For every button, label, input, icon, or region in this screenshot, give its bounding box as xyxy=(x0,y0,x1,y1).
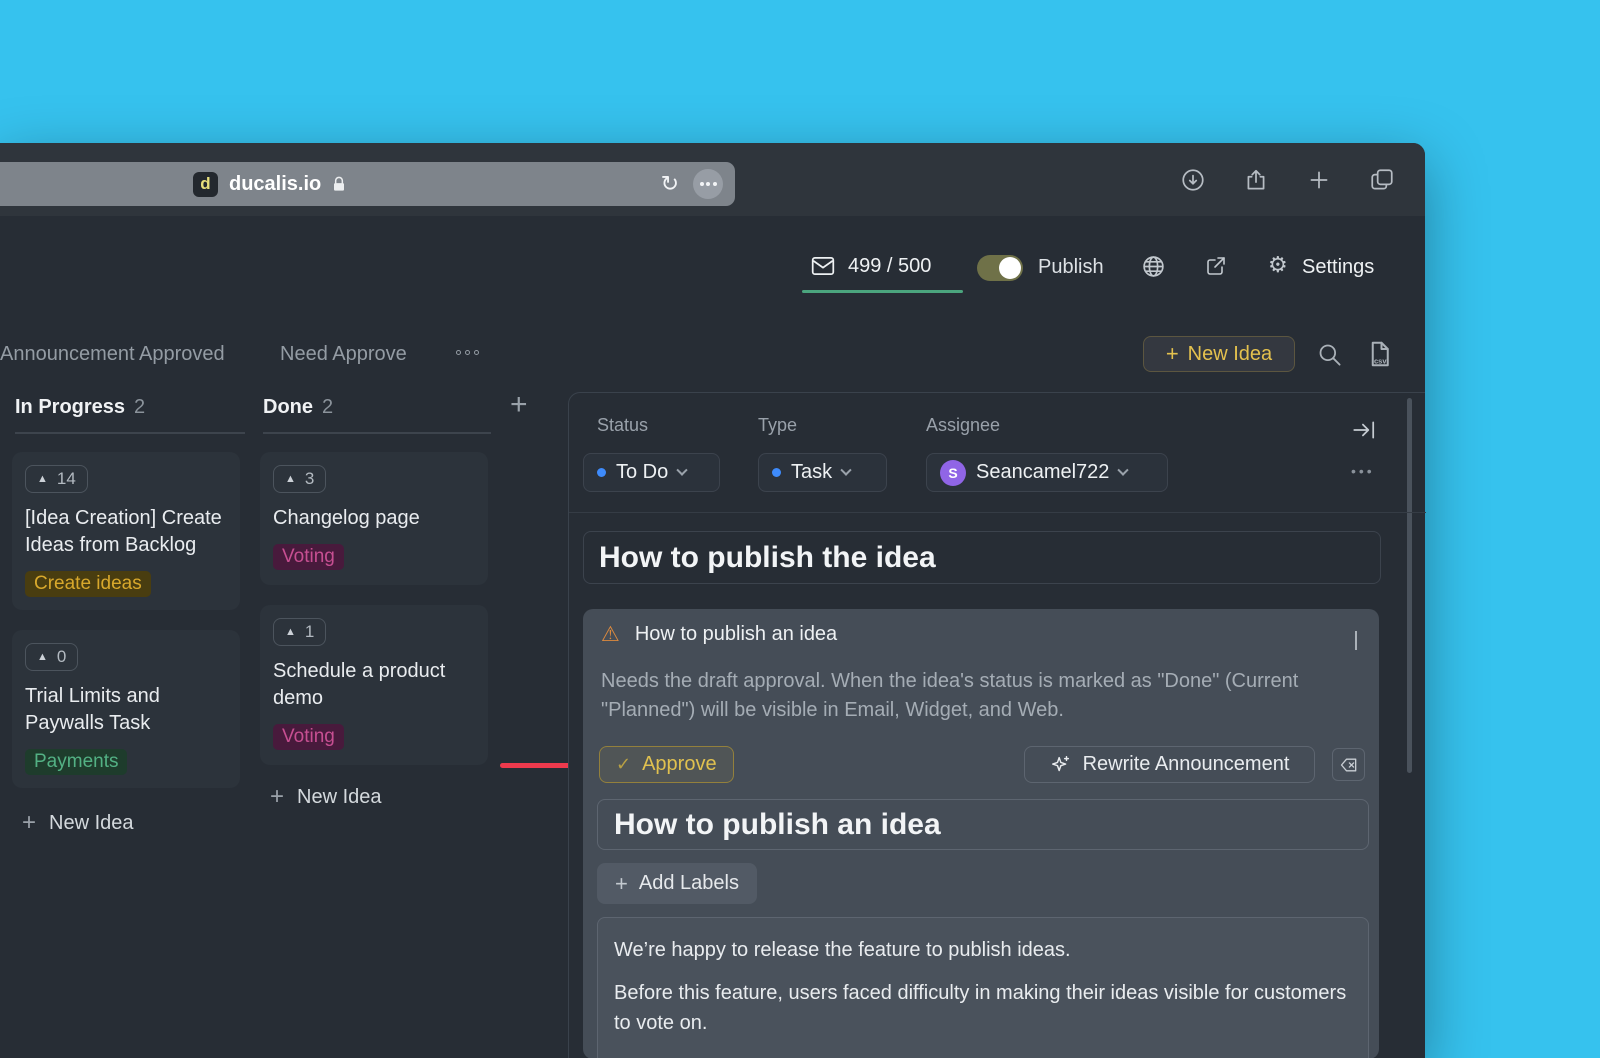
description-paragraph: Before this feature, users faced difficu… xyxy=(614,978,1352,1038)
announcement-title: How to publish an idea xyxy=(635,623,837,646)
tab-need-approve[interactable]: Need Approve xyxy=(280,343,407,366)
assignee-dropdown[interactable]: S Seancamel722 xyxy=(926,453,1168,492)
status-field-label: Status xyxy=(597,415,648,436)
type-field-label: Type xyxy=(758,415,797,436)
plus-icon: + xyxy=(270,785,284,809)
idea-card[interactable]: ▲1 Schedule a product demo Voting xyxy=(260,605,488,765)
browser-window: d ducalis.io ↻ xyxy=(0,143,1425,1058)
idea-card[interactable]: ▲0 Trial Limits and Paywalls Task Paymen… xyxy=(12,630,240,788)
announcement-header[interactable]: ⚠ How to publish an idea xyxy=(601,623,837,646)
plus-icon: + xyxy=(1166,343,1179,365)
vote-badge[interactable]: ▲1 xyxy=(273,618,326,646)
card-label: Voting xyxy=(273,544,344,570)
upvote-icon: ▲ xyxy=(285,626,296,638)
column-header-done: Done2 xyxy=(263,396,333,419)
idea-title-input[interactable]: How to publish the idea xyxy=(583,531,1381,584)
rewrite-announcement-button[interactable]: Rewrite Announcement xyxy=(1024,746,1315,783)
csv-export-icon[interactable]: csv xyxy=(1364,339,1394,374)
column-count: 2 xyxy=(322,396,333,418)
column-new-idea-button[interactable]: +New Idea xyxy=(22,811,134,835)
add-labels-button[interactable]: + Add Labels xyxy=(597,863,757,904)
sparkle-icon xyxy=(1050,754,1072,776)
add-column-icon[interactable]: + xyxy=(510,390,528,420)
publish-toggle[interactable] xyxy=(977,255,1023,281)
email-quota-value: 499 / 500 xyxy=(848,255,931,278)
plus-icon: + xyxy=(615,873,628,895)
idea-card[interactable]: ▲14 [Idea Creation] Create Ideas from Ba… xyxy=(12,452,240,610)
panel-divider xyxy=(569,512,1426,513)
announcement-description-input[interactable]: We’re happy to release the feature to pu… xyxy=(597,917,1369,1058)
card-label: Create ideas xyxy=(25,571,151,597)
new-idea-button[interactable]: + New Idea xyxy=(1143,336,1295,372)
type-dropdown[interactable]: Task xyxy=(758,453,887,492)
warning-icon: ⚠ xyxy=(601,624,620,645)
backspace-icon[interactable] xyxy=(1332,748,1365,781)
column-new-idea-button[interactable]: +New Idea xyxy=(270,785,382,809)
envelope-icon xyxy=(810,253,836,279)
browser-actions xyxy=(1180,143,1395,216)
site-favicon: d xyxy=(193,172,218,197)
column-divider xyxy=(263,432,491,434)
column-header-in-progress: In Progress2 xyxy=(15,396,145,419)
announcement-draft-title-input[interactable]: How to publish an idea xyxy=(597,799,1369,850)
chevron-down-icon xyxy=(1118,464,1129,475)
card-title: Schedule a product demo xyxy=(273,658,475,712)
card-label: Voting xyxy=(273,724,344,750)
tab-announcement-approved[interactable]: Announcement Approved xyxy=(0,343,225,366)
vote-badge[interactable]: ▲14 xyxy=(25,465,88,493)
address-bar[interactable]: d ducalis.io ↻ xyxy=(0,162,735,206)
chevron-down-icon[interactable] xyxy=(1355,631,1357,649)
quota-progress-bar xyxy=(802,290,963,293)
email-quota-counter: 499 / 500 xyxy=(810,253,931,279)
new-tab-icon[interactable] xyxy=(1306,167,1332,193)
external-link-icon[interactable] xyxy=(1204,254,1228,283)
plus-icon: + xyxy=(22,811,36,835)
idea-detail-panel: Status Type Assignee To Do Task S Seanca… xyxy=(568,392,1425,1058)
reload-icon[interactable]: ↻ xyxy=(661,173,679,195)
vote-badge[interactable]: ▲3 xyxy=(273,465,326,493)
search-icon[interactable] xyxy=(1316,341,1343,373)
approve-button[interactable]: ✓ Approve xyxy=(599,746,734,783)
downloads-icon[interactable] xyxy=(1180,167,1206,193)
panel-scrollbar[interactable] xyxy=(1407,398,1412,773)
upvote-icon: ▲ xyxy=(37,651,48,663)
settings-label[interactable]: Settings xyxy=(1302,256,1374,279)
column-divider xyxy=(15,432,245,434)
card-title: Trial Limits and Paywalls Task xyxy=(25,683,227,737)
card-title: [Idea Creation] Create Ideas from Backlo… xyxy=(25,505,227,559)
url-text: ducalis.io xyxy=(229,173,321,196)
type-dot-icon xyxy=(772,468,781,477)
check-icon: ✓ xyxy=(616,754,631,775)
card-label: Payments xyxy=(25,749,127,775)
svg-text:csv: csv xyxy=(1374,356,1387,365)
avatar: S xyxy=(940,460,966,486)
lock-icon xyxy=(329,174,349,194)
publish-label: Publish xyxy=(1038,256,1104,279)
collapse-panel-icon[interactable] xyxy=(1351,417,1377,448)
assignee-field-label: Assignee xyxy=(926,415,1000,436)
status-dot-icon xyxy=(597,468,606,477)
share-icon[interactable] xyxy=(1243,167,1269,193)
announcement-hint-text: Needs the draft approval. When the idea'… xyxy=(601,667,1343,725)
chevron-down-icon xyxy=(840,464,851,475)
column-count: 2 xyxy=(134,396,145,418)
gear-icon[interactable]: ⚙ xyxy=(1268,254,1288,276)
status-dropdown[interactable]: To Do xyxy=(583,453,720,492)
upvote-icon: ▲ xyxy=(37,473,48,485)
idea-card[interactable]: ▲3 Changelog page Voting xyxy=(260,452,488,585)
chevron-down-icon xyxy=(677,464,688,475)
browser-toolbar: d ducalis.io ↻ xyxy=(0,143,1425,216)
upvote-icon: ▲ xyxy=(285,473,296,485)
vote-badge[interactable]: ▲0 xyxy=(25,643,78,671)
tab-overview-icon[interactable] xyxy=(1369,167,1395,193)
announcement-section: ⚠ How to publish an idea Needs the draft… xyxy=(583,609,1379,1058)
page-options-icon[interactable] xyxy=(693,169,723,199)
globe-icon[interactable] xyxy=(1141,254,1166,284)
desktop-background: d ducalis.io ↻ xyxy=(0,0,1600,1058)
card-title: Changelog page xyxy=(273,505,475,532)
panel-more-icon[interactable]: ••• xyxy=(1351,463,1375,479)
more-tabs-icon[interactable] xyxy=(456,350,479,355)
description-paragraph: We’re happy to release the feature to pu… xyxy=(614,935,1352,965)
